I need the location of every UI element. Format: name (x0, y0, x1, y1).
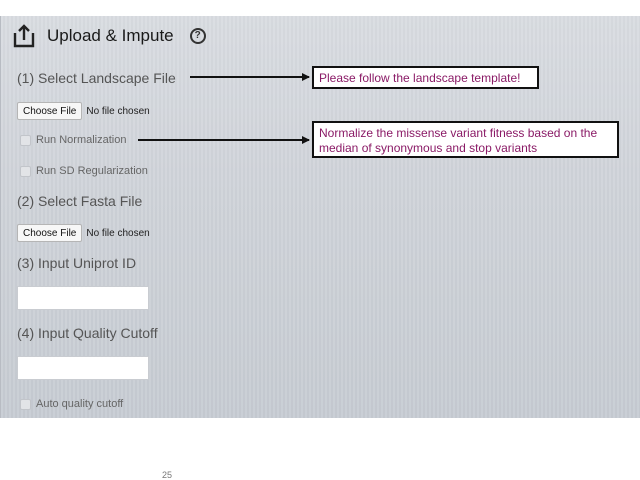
page-number: 25 (162, 470, 173, 480)
landscape-template-callout: Please follow the landscape template! (312, 66, 539, 89)
normalization-callout: Normalize the missense variant fitness b… (312, 121, 619, 158)
